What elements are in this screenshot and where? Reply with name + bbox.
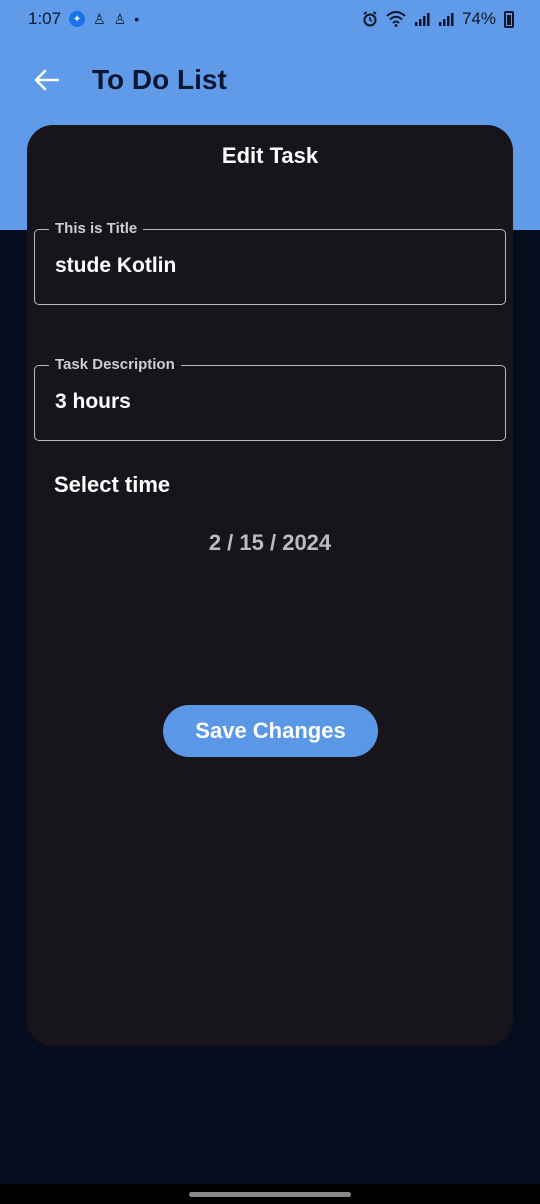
status-right: 74% xyxy=(362,9,514,29)
edit-task-card: Edit Task This is Title stude Kotlin Tas… xyxy=(27,125,513,1046)
description-field[interactable]: Task Description 3 hours xyxy=(34,356,506,441)
dot-icon: • xyxy=(134,11,140,27)
navigation-bar xyxy=(0,1184,540,1204)
title-field[interactable]: This is Title stude Kotlin xyxy=(34,220,506,305)
signal-icon xyxy=(414,11,430,27)
status-left: 1:07 ✦ ♙ ♙ • xyxy=(28,9,139,29)
app-bar: To Do List xyxy=(0,52,540,108)
title-field-label: This is Title xyxy=(49,220,144,237)
battery-charging-icon xyxy=(504,10,514,28)
select-time-label: Select time xyxy=(54,472,171,497)
alarm-icon xyxy=(362,11,378,27)
app-notification-icon: ♙ xyxy=(93,10,106,27)
status-bar: 1:07 ✦ ♙ ♙ • 74% xyxy=(0,0,540,38)
wifi-icon xyxy=(386,11,406,27)
status-time: 1:07 xyxy=(28,9,62,28)
date-picker-value[interactable]: 2 / 15 / 2024 xyxy=(27,530,513,556)
signal-icon xyxy=(438,11,454,27)
description-input[interactable]: 3 hours xyxy=(55,390,485,414)
app-notification-icon: ♙ xyxy=(113,10,127,27)
description-field-label: Task Description xyxy=(49,356,181,373)
messenger-icon: ✦ xyxy=(69,11,86,27)
battery-percent: 74% xyxy=(461,9,496,28)
title-input[interactable]: stude Kotlin xyxy=(55,254,485,278)
page-title: To Do List xyxy=(92,64,227,95)
save-changes-button[interactable]: Save Changes xyxy=(163,705,378,757)
card-title: Edit Task xyxy=(221,143,319,168)
arrow-left-icon[interactable] xyxy=(32,65,62,95)
home-indicator[interactable] xyxy=(189,1192,351,1197)
